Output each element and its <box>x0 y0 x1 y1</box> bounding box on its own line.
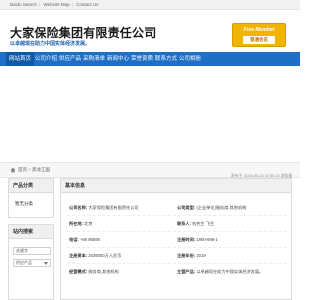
member-badge-label: Free Member <box>243 27 275 33</box>
nav-item-contact[interactable]: 联系方式 <box>154 52 178 66</box>
home-icon <box>10 167 16 173</box>
search-type-value: 供应产品 <box>16 260 32 265</box>
site-search-panel: 站内搜索 关键字 供应产品 <box>8 224 54 300</box>
company-slogan: 以卓越现在助力中国实体经济发展。 <box>10 41 91 47</box>
row-divider <box>67 263 287 264</box>
info-row-0-left: 公司名称: 大家保险集团有限责任公司 <box>69 205 139 210</box>
search-input[interactable]: 关键字 <box>13 247 51 255</box>
top-bar: Baidu Search | Website Map | Contact Us <box>0 0 300 10</box>
info-row-3-right: 注册年份: 2019 <box>177 253 206 258</box>
info-row-4-right: 主营产品: 以卓越现在助力中国实体经济发展。 <box>177 269 264 274</box>
company-title: 大家保险集团有限责任公司 <box>10 26 157 40</box>
nav-item-products[interactable]: 供应产品 <box>58 52 82 66</box>
main-nav: 网站首页 公司介绍 供应产品 采购清单 新闻中心 荣誉资质 联系方式 公司相册 <box>0 52 300 66</box>
info-row-4-left: 经营模式: 服务商,其他机构 <box>69 269 119 274</box>
top-links: Baidu Search | Website Map | Contact Us <box>10 1 99 8</box>
info-row-2-left: 电话: +86 95569 <box>69 237 100 242</box>
member-badge: Free Member 普通会员 <box>232 23 286 47</box>
info-row-0-right: 公司类型: (企业单位)服务商,其他机构 <box>177 205 247 210</box>
search-type-select[interactable]: 供应产品 <box>13 259 51 267</box>
breadcrumb-separator: > <box>28 167 31 172</box>
row-divider <box>67 247 287 248</box>
site-header: 大家保险集团有限责任公司 以卓越现在助力中国实体经济发展。 Free Membe… <box>0 10 300 52</box>
row-divider <box>67 231 287 232</box>
top-link-1[interactable]: Website Map <box>43 1 69 8</box>
search-placeholder: 关键字 <box>16 248 28 253</box>
blank-area <box>0 66 300 162</box>
top-link-2[interactable]: Contact Us <box>76 1 98 8</box>
nav-item-news[interactable]: 新闻中心 <box>106 52 130 66</box>
info-row-1-right: 联系人: 何先生 飞生 <box>177 221 215 226</box>
nav-item-purchase[interactable]: 采购清单 <box>82 52 106 66</box>
product-category-title: 产品分类 <box>9 179 53 193</box>
breadcrumb-home[interactable]: 首页 <box>18 167 27 173</box>
member-level: 普通会员 <box>243 36 275 44</box>
nav-item-album[interactable]: 公司相册 <box>178 52 202 66</box>
basic-info-panel: 基本信息 公司名称: 大家保险集团有限责任公司 公司类型: (企业单位)服务商,… <box>60 178 292 300</box>
basic-info-title: 基本信息 <box>61 179 291 193</box>
product-category-panel: 产品分类 暂无分类 <box>8 178 54 218</box>
info-row-1-left: 所在地: 北京 <box>69 221 93 226</box>
site-search-title: 站内搜索 <box>9 225 53 239</box>
info-row-3-left: 注册资本: 2036000万人民币 <box>69 253 122 258</box>
product-category-empty[interactable]: 暂无分类 <box>15 201 33 207</box>
row-divider <box>67 215 287 216</box>
chevron-down-icon <box>44 262 48 265</box>
breadcrumb: 首页 > 黑龙江国 发布于: 2015-05-22 07:55:22 浏览量 <box>0 162 300 178</box>
nav-item-honors[interactable]: 荣誉资质 <box>130 52 154 66</box>
info-row-2-right: 注册时间: 1900-696-1 <box>177 237 218 242</box>
nav-item-about[interactable]: 公司介绍 <box>34 52 58 66</box>
breadcrumb-current: 黑龙江国 <box>32 167 50 172</box>
nav-item-home[interactable]: 网站首页 <box>6 52 34 66</box>
top-link-0[interactable]: Baidu Search <box>10 1 37 8</box>
